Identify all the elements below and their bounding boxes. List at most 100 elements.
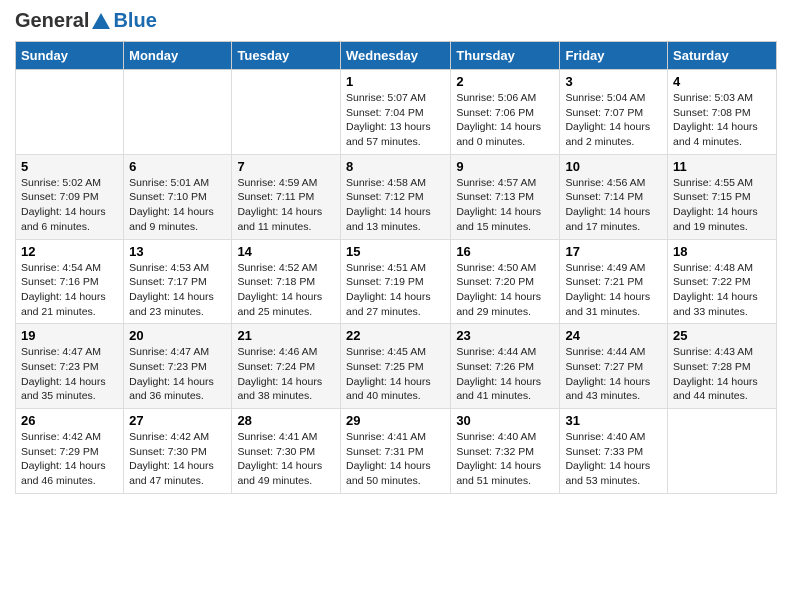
calendar-cell: 14Sunrise: 4:52 AM Sunset: 7:18 PM Dayli… [232, 239, 341, 324]
day-number: 24 [565, 328, 662, 343]
week-row-4: 19Sunrise: 4:47 AM Sunset: 7:23 PM Dayli… [16, 324, 777, 409]
day-info: Sunrise: 4:50 AM Sunset: 7:20 PM Dayligh… [456, 261, 554, 320]
calendar-cell: 23 Sunrise: 4:44 AM Sunset: 7:26 PM Dayli… [451, 324, 560, 409]
day-info: Sunrise: 4:55 AM Sunset: 7:15 PM Dayligh… [673, 176, 771, 235]
day-number: 16 [456, 244, 554, 259]
day-number: 25 [673, 328, 771, 343]
calendar-cell: 8 Sunrise: 4:58 AM Sunset: 7:12 PM Daylig… [340, 154, 450, 239]
day-info: Sunrise: 4:58 AM Sunset: 7:12 PM Dayligh… [346, 176, 445, 235]
day-info: Sunrise: 4:46 AM Sunset: 7:24 PM Dayligh… [237, 345, 335, 404]
day-info: Sunrise: 4:48 AM Sunset: 7:22 PM Dayligh… [673, 261, 771, 320]
calendar-cell: 25 Sunrise: 4:43 AM Sunset: 7:28 PM Dayli… [668, 324, 777, 409]
calendar-cell: 19Sunrise: 4:47 AM Sunset: 7:23 PM Dayli… [16, 324, 124, 409]
day-number: 4 [673, 74, 771, 89]
day-number: 5 [21, 159, 118, 174]
calendar-cell: 1 Sunrise: 5:07 AM Sunset: 7:04 PM Daylig… [340, 70, 450, 155]
day-info: Sunrise: 5:02 AM Sunset: 7:09 PM Dayligh… [21, 176, 118, 235]
day-number: 26 [21, 413, 118, 428]
day-number: 20 [129, 328, 226, 343]
calendar-cell: 20 Sunrise: 4:47 AM Sunset: 7:23 PM Dayli… [124, 324, 232, 409]
day-info: Sunrise: 4:43 AM Sunset: 7:28 PM Dayligh… [673, 345, 771, 404]
day-number: 3 [565, 74, 662, 89]
day-info: Sunrise: 4:53 AM Sunset: 7:17 PM Dayligh… [129, 261, 226, 320]
calendar-cell: 7 Sunrise: 4:59 AM Sunset: 7:11 PM Daylig… [232, 154, 341, 239]
day-of-week-sunday: Sunday [16, 42, 124, 70]
day-info: Sunrise: 4:44 AM Sunset: 7:27 PM Dayligh… [565, 345, 662, 404]
week-row-2: 5 Sunrise: 5:02 AM Sunset: 7:09 PM Daylig… [16, 154, 777, 239]
calendar-cell: 29 Sunrise: 4:41 AM Sunset: 7:31 PM Dayli… [340, 409, 450, 494]
logo-general: General [15, 10, 89, 33]
day-number: 11 [673, 159, 771, 174]
day-number: 1 [346, 74, 445, 89]
day-info: Sunrise: 4:57 AM Sunset: 7:13 PM Dayligh… [456, 176, 554, 235]
calendar-cell: 9 Sunrise: 4:57 AM Sunset: 7:13 PM Daylig… [451, 154, 560, 239]
logo-blue: Blue [113, 10, 156, 32]
day-info: Sunrise: 5:04 AM Sunset: 7:07 PM Dayligh… [565, 91, 662, 150]
day-number: 31 [565, 413, 662, 428]
day-info: Sunrise: 4:59 AM Sunset: 7:11 PM Dayligh… [237, 176, 335, 235]
day-of-week-monday: Monday [124, 42, 232, 70]
calendar-cell: 21 Sunrise: 4:46 AM Sunset: 7:24 PM Dayli… [232, 324, 341, 409]
calendar-cell: 2 Sunrise: 5:06 AM Sunset: 7:06 PM Daylig… [451, 70, 560, 155]
calendar-cell: 3 Sunrise: 5:04 AM Sunset: 7:07 PM Daylig… [560, 70, 668, 155]
day-number: 8 [346, 159, 445, 174]
week-row-1: 1 Sunrise: 5:07 AM Sunset: 7:04 PM Daylig… [16, 70, 777, 155]
week-row-3: 12Sunrise: 4:54 AM Sunset: 7:16 PM Dayli… [16, 239, 777, 324]
day-info: Sunrise: 4:40 AM Sunset: 7:32 PM Dayligh… [456, 430, 554, 489]
day-number: 14 [237, 244, 335, 259]
day-info: Sunrise: 4:44 AM Sunset: 7:26 PM Dayligh… [456, 345, 554, 404]
calendar-cell [124, 70, 232, 155]
day-number: 10 [565, 159, 662, 174]
day-of-week-friday: Friday [560, 42, 668, 70]
calendar-cell: 28Sunrise: 4:41 AM Sunset: 7:30 PM Dayli… [232, 409, 341, 494]
calendar-cell: 31 Sunrise: 4:40 AM Sunset: 7:33 PM Dayli… [560, 409, 668, 494]
day-of-week-saturday: Saturday [668, 42, 777, 70]
day-number: 28 [237, 413, 335, 428]
day-header-row: SundayMondayTuesdayWednesdayThursdayFrid… [16, 42, 777, 70]
calendar-cell: 18Sunrise: 4:48 AM Sunset: 7:22 PM Dayli… [668, 239, 777, 324]
calendar-cell: 10Sunrise: 4:56 AM Sunset: 7:14 PM Dayli… [560, 154, 668, 239]
calendar-table: SundayMondayTuesdayWednesdayThursdayFrid… [15, 41, 777, 494]
day-number: 6 [129, 159, 226, 174]
calendar-cell: 26Sunrise: 4:42 AM Sunset: 7:29 PM Dayli… [16, 409, 124, 494]
day-info: Sunrise: 4:40 AM Sunset: 7:33 PM Dayligh… [565, 430, 662, 489]
day-info: Sunrise: 4:49 AM Sunset: 7:21 PM Dayligh… [565, 261, 662, 320]
week-row-5: 26Sunrise: 4:42 AM Sunset: 7:29 PM Dayli… [16, 409, 777, 494]
day-number: 23 [456, 328, 554, 343]
calendar-cell [668, 409, 777, 494]
calendar-cell [16, 70, 124, 155]
calendar-cell: 17 Sunrise: 4:49 AM Sunset: 7:21 PM Dayli… [560, 239, 668, 324]
day-info: Sunrise: 5:07 AM Sunset: 7:04 PM Dayligh… [346, 91, 445, 150]
calendar-cell: 16 Sunrise: 4:50 AM Sunset: 7:20 PM Dayli… [451, 239, 560, 324]
calendar-cell: 27Sunrise: 4:42 AM Sunset: 7:30 PM Dayli… [124, 409, 232, 494]
day-info: Sunrise: 4:45 AM Sunset: 7:25 PM Dayligh… [346, 345, 445, 404]
day-number: 2 [456, 74, 554, 89]
day-info: Sunrise: 4:41 AM Sunset: 7:31 PM Dayligh… [346, 430, 445, 489]
day-number: 29 [346, 413, 445, 428]
day-number: 17 [565, 244, 662, 259]
calendar-cell: 13 Sunrise: 4:53 AM Sunset: 7:17 PM Dayli… [124, 239, 232, 324]
day-info: Sunrise: 4:47 AM Sunset: 7:23 PM Dayligh… [129, 345, 226, 404]
day-of-week-tuesday: Tuesday [232, 42, 341, 70]
day-number: 21 [237, 328, 335, 343]
calendar-cell: 22 Sunrise: 4:45 AM Sunset: 7:25 PM Dayli… [340, 324, 450, 409]
calendar-cell: 11 Sunrise: 4:55 AM Sunset: 7:15 PM Dayli… [668, 154, 777, 239]
day-info: Sunrise: 5:06 AM Sunset: 7:06 PM Dayligh… [456, 91, 554, 150]
day-number: 22 [346, 328, 445, 343]
day-number: 7 [237, 159, 335, 174]
calendar-cell: 6 Sunrise: 5:01 AM Sunset: 7:10 PM Daylig… [124, 154, 232, 239]
day-info: Sunrise: 4:47 AM Sunset: 7:23 PM Dayligh… [21, 345, 118, 404]
day-number: 15 [346, 244, 445, 259]
day-info: Sunrise: 5:03 AM Sunset: 7:08 PM Dayligh… [673, 91, 771, 150]
day-number: 9 [456, 159, 554, 174]
day-number: 12 [21, 244, 118, 259]
logo-icon [90, 11, 112, 33]
day-of-week-wednesday: Wednesday [340, 42, 450, 70]
day-number: 13 [129, 244, 226, 259]
day-info: Sunrise: 4:51 AM Sunset: 7:19 PM Dayligh… [346, 261, 445, 320]
logo: General Blue [15, 10, 157, 33]
day-number: 30 [456, 413, 554, 428]
header: General Blue [15, 10, 777, 33]
day-info: Sunrise: 5:01 AM Sunset: 7:10 PM Dayligh… [129, 176, 226, 235]
calendar-cell [232, 70, 341, 155]
